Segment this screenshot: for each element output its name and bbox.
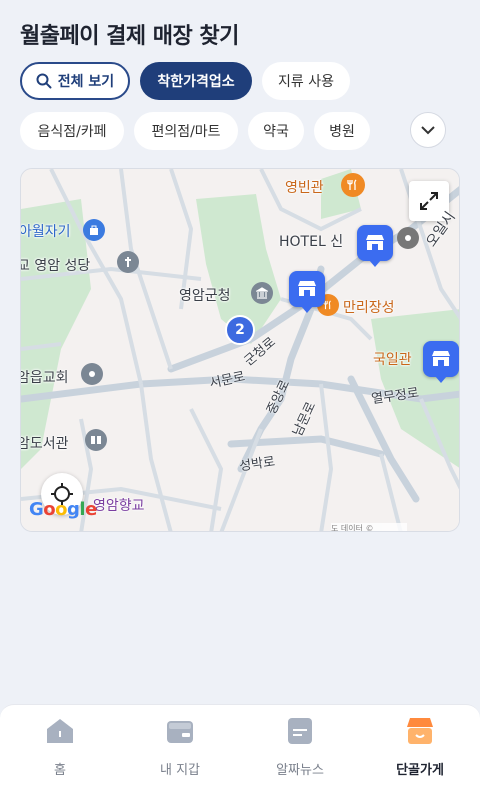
category-pharmacy[interactable]: 약국 xyxy=(248,112,304,150)
local-use-filter[interactable]: 지류 사용 xyxy=(262,62,350,100)
tab-news-label: 알짜뉴스 xyxy=(276,763,324,778)
restaurant-icon[interactable] xyxy=(341,173,365,197)
chevron-down-icon xyxy=(421,126,435,135)
tab-wallet[interactable]: 내 지갑 xyxy=(130,715,230,778)
poi-manri-label: 만리장성 xyxy=(343,300,395,316)
search-icon xyxy=(36,73,52,89)
cross-icon[interactable] xyxy=(117,251,139,273)
expand-icon xyxy=(420,192,438,210)
store-marker[interactable] xyxy=(289,271,325,313)
poi-gugil-label: 국일관 xyxy=(373,352,412,368)
poi-office-label: 영암군청 xyxy=(179,288,231,304)
google-logo: Google xyxy=(29,499,97,520)
store-icon xyxy=(432,351,450,366)
poi-yeongbingwan-label: 영빈관 xyxy=(285,180,324,196)
wallet-icon xyxy=(167,721,193,743)
pin-icon[interactable] xyxy=(397,227,419,249)
poi-hyanggyo-label: 영암향교 xyxy=(93,498,145,514)
view-all-label: 전체 보기 xyxy=(57,74,115,90)
home-icon xyxy=(47,719,73,743)
more-categories-button[interactable] xyxy=(410,112,446,148)
poi-eup-church-label: 암읍교회 xyxy=(20,370,69,386)
government-icon[interactable] xyxy=(251,282,273,304)
tab-home-label: 홈 xyxy=(54,763,66,778)
store-marker[interactable] xyxy=(423,341,459,383)
page-title: 월출페이 결제 매장 찾기 xyxy=(20,24,239,49)
tab-home[interactable]: 홈 xyxy=(10,715,110,778)
poi-church-label: 교 영암 성당 xyxy=(20,258,91,274)
poi-library-label: 암도서관 xyxy=(20,436,69,452)
store-icon xyxy=(298,281,316,296)
shopping-bag-icon[interactable] xyxy=(83,219,105,241)
poi-wolja-label: 아월자기 xyxy=(20,224,71,240)
category-convenience[interactable]: 편의점/마트 xyxy=(134,112,238,150)
category-hospital[interactable]: 병원 xyxy=(314,112,370,150)
store-icon xyxy=(407,718,433,744)
map-attribution: 도 데이터 © xyxy=(331,523,407,531)
tab-favorite-stores-label: 단골가게 xyxy=(396,763,444,778)
news-icon xyxy=(288,718,312,744)
tab-wallet-label: 내 지갑 xyxy=(159,763,200,778)
store-marker[interactable] xyxy=(357,225,393,267)
bottom-tab-bar: 홈 내 지갑 알짜뉴스 단골가게 xyxy=(0,704,480,786)
view-all-button[interactable]: 전체 보기 xyxy=(20,62,130,100)
pin-icon[interactable] xyxy=(81,363,103,385)
store-icon xyxy=(366,235,384,250)
poi-hotel-label: HOTEL 신 xyxy=(279,234,344,250)
tab-favorite-stores[interactable]: 단골가게 xyxy=(370,715,470,778)
category-restaurant[interactable]: 음식점/카페 xyxy=(20,112,124,150)
cluster-marker[interactable]: 2 xyxy=(225,315,255,345)
book-icon[interactable] xyxy=(85,429,107,451)
tab-news[interactable]: 알짜뉴스 xyxy=(250,715,350,778)
good-price-filter[interactable]: 착한가격업소 xyxy=(140,62,252,100)
store-map[interactable]: 영빈관 아월자기 HOTEL 신 오일시 교 영암 성당 영암군청 만리장성 국… xyxy=(20,168,460,532)
